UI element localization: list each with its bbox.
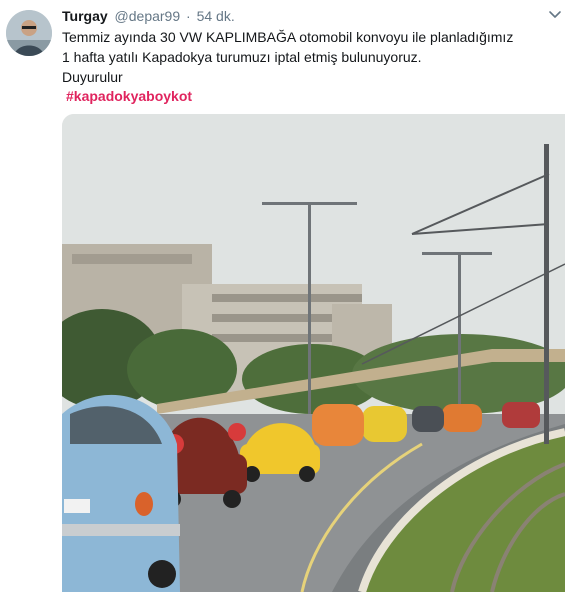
tweet-text-line: Duyurulur	[62, 69, 123, 85]
timestamp[interactable]: 54 dk.	[197, 8, 235, 24]
tweet-card[interactable]: Turgay @depar99 · 54 dk. Temmiz ayında 3…	[0, 0, 565, 592]
hashtag-link[interactable]: #kapadokyaboykot	[66, 87, 192, 105]
tweet-text-line: 1 hafta yatılı Kapadokya turumuzı iptal …	[62, 49, 422, 65]
street-photo-illustration	[62, 114, 565, 592]
tweet-text: Temmiz ayında 30 VW KAPLIMBAĞA otomobil …	[62, 27, 532, 87]
separator-dot: ·	[186, 8, 191, 24]
tweet-photo[interactable]	[62, 114, 565, 592]
tweet-text-line: Temmiz ayında 30 VW KAPLIMBAĞA otomobil …	[62, 29, 514, 45]
chevron-down-icon[interactable]	[548, 8, 562, 22]
avatar[interactable]	[6, 10, 52, 56]
tweet-header: Turgay @depar99 · 54 dk.	[62, 7, 235, 25]
author-handle[interactable]: @depar99	[115, 8, 181, 24]
author-name[interactable]: Turgay	[62, 8, 108, 24]
